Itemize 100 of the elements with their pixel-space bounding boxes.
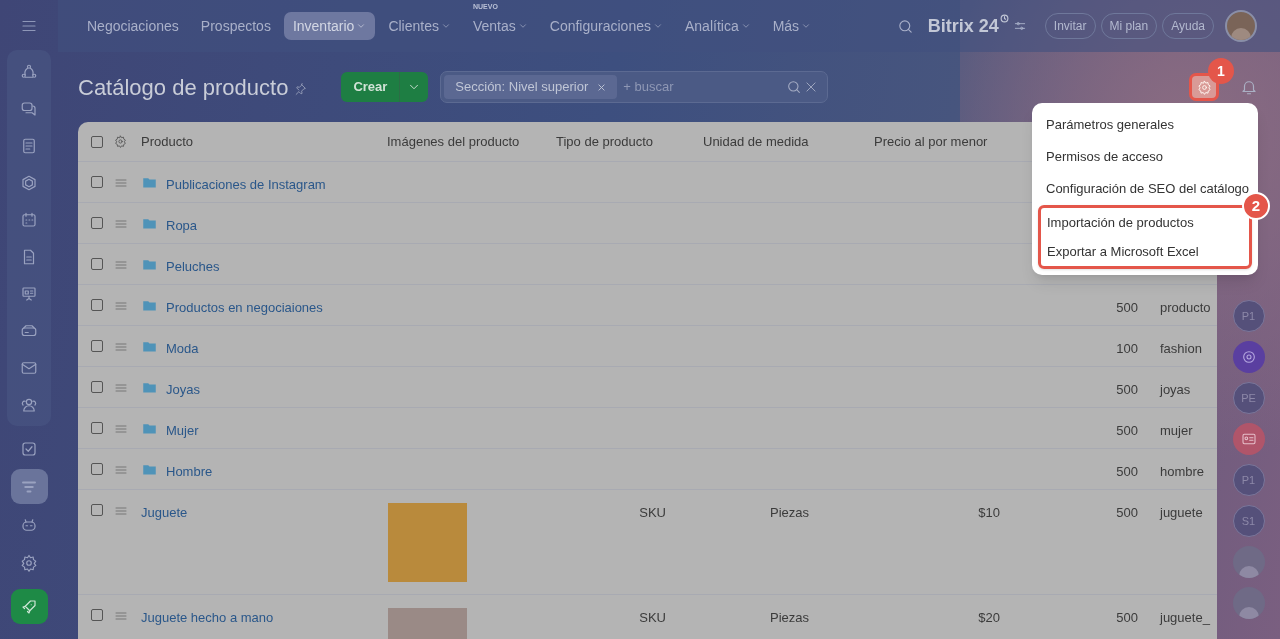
drag-handle-icon[interactable] xyxy=(114,259,128,271)
drag-handle-icon[interactable] xyxy=(114,423,128,435)
table-cell: fashion xyxy=(1160,341,1202,356)
nav-tab[interactable]: Más xyxy=(763,12,821,40)
nav-tab[interactable]: Ventas xyxy=(463,12,537,40)
product-link[interactable]: Juguete xyxy=(141,503,188,523)
row-checkbox[interactable] xyxy=(91,340,103,352)
hexagon-icon xyxy=(20,173,38,192)
spiral-icon xyxy=(1240,349,1257,365)
folder-icon xyxy=(141,421,158,436)
folder-icon xyxy=(141,175,158,190)
product-link[interactable]: Joyas xyxy=(166,380,200,400)
nav-tab[interactable]: Prospectos xyxy=(191,12,280,40)
table-cell-text: $10 xyxy=(978,504,1000,522)
table-cell: Piezas xyxy=(770,505,810,520)
table-cell-text: $20 xyxy=(978,609,1000,627)
settings-icon[interactable] xyxy=(114,135,127,148)
filter-search-field[interactable]: Sección: Nivel superior + buscar xyxy=(440,71,829,103)
create-button[interactable]: Crear xyxy=(341,72,429,102)
table-cell: mujer xyxy=(1160,423,1193,438)
table-cell: joyas xyxy=(1160,382,1191,397)
close-icon[interactable] xyxy=(804,80,819,94)
table-cell-text: SKU xyxy=(639,504,666,522)
row-checkbox[interactable] xyxy=(91,381,103,393)
presentation-icon xyxy=(20,284,38,303)
folder-icon xyxy=(141,462,158,477)
table-cell: juguete xyxy=(1160,505,1203,520)
nav-tab[interactable]: Analítica xyxy=(675,12,760,40)
table-cell-text: 500 xyxy=(1116,609,1138,627)
folder-icon xyxy=(141,339,158,354)
table-cell-text: 100 xyxy=(1116,340,1138,358)
drag-handle-icon[interactable] xyxy=(114,610,128,622)
rocket-icon xyxy=(20,597,38,616)
row-checkbox[interactable] xyxy=(91,504,103,516)
table-cell-text: 500 xyxy=(1116,422,1138,440)
table-cell: juguete_ xyxy=(1160,610,1210,625)
table-cell-text: 500 xyxy=(1116,504,1138,522)
drag-handle-icon[interactable] xyxy=(114,218,128,230)
table-cell-text: 500 xyxy=(1116,381,1138,399)
nav-tab[interactable]: Negociaciones xyxy=(78,12,188,40)
drag-handle-icon[interactable] xyxy=(114,300,128,312)
product-link[interactable]: Peluches xyxy=(166,257,220,277)
row-checkbox[interactable] xyxy=(91,299,103,311)
document-icon xyxy=(20,136,38,155)
sliders-icon[interactable] xyxy=(1012,19,1027,33)
menu-item[interactable]: Parámetros generales xyxy=(1032,109,1258,141)
page-title: Catálogo de producto xyxy=(78,73,289,102)
folder-icon xyxy=(141,216,158,231)
row-checkbox[interactable] xyxy=(91,609,103,621)
product-link[interactable]: Hombre xyxy=(166,462,213,482)
product-link[interactable]: Ropa xyxy=(166,216,198,236)
column-header[interactable]: Precio al por menor xyxy=(874,131,1010,152)
id-card-icon xyxy=(1240,431,1257,447)
product-link[interactable]: Productos en negociaiones xyxy=(166,298,323,318)
product-link[interactable]: Juguete hecho a mano xyxy=(141,608,274,628)
pin-icon[interactable] xyxy=(294,82,308,96)
table-cell-text: SKU xyxy=(639,609,666,627)
checkbox-icon xyxy=(20,439,38,458)
drag-handle-icon[interactable] xyxy=(114,382,128,394)
bell-icon[interactable] xyxy=(1240,78,1258,96)
table-cell-text: 500 xyxy=(1116,463,1138,481)
folder-icon xyxy=(141,380,158,395)
filter-chip[interactable]: Sección: Nivel superior xyxy=(444,75,618,99)
rocket-button[interactable] xyxy=(10,589,48,624)
row-checkbox[interactable] xyxy=(91,463,103,475)
row-checkbox[interactable] xyxy=(91,422,103,434)
column-header[interactable]: Tipo de producto xyxy=(556,131,703,152)
column-header[interactable]: Imágenes del producto xyxy=(387,131,556,152)
nav-tab[interactable]: Clientes xyxy=(379,12,460,40)
table-cell: hombre xyxy=(1160,464,1205,479)
settings-icon xyxy=(1196,79,1212,95)
menu-item[interactable]: Exportar a Microsoft Excel xyxy=(1041,237,1249,266)
product-link[interactable]: Mujer xyxy=(166,421,199,441)
product-link[interactable]: Moda xyxy=(166,339,199,359)
nav-tab[interactable]: Configuraciones xyxy=(540,12,672,40)
table-cell-text: 500 xyxy=(1116,299,1138,317)
product-link[interactable]: Publicaciones de Instagram xyxy=(166,175,326,195)
drag-handle-icon[interactable] xyxy=(114,177,128,189)
close-icon[interactable] xyxy=(597,82,607,92)
calendar-icon xyxy=(20,210,38,229)
row-checkbox[interactable] xyxy=(91,217,103,229)
funnel-button[interactable] xyxy=(10,469,48,504)
menu-item[interactable]: Permisos de acceso xyxy=(1032,141,1258,173)
folder-icon xyxy=(141,257,158,272)
column-header[interactable]: Unidad de medida xyxy=(703,131,874,152)
search-icon[interactable] xyxy=(896,17,914,35)
folder-icon xyxy=(141,298,158,313)
table-cell: Piezas xyxy=(770,610,810,625)
drag-handle-icon[interactable] xyxy=(114,505,128,517)
search-icon[interactable] xyxy=(786,79,803,95)
row-checkbox[interactable] xyxy=(91,258,103,270)
drag-handle-icon[interactable] xyxy=(114,341,128,353)
select-all-checkbox[interactable] xyxy=(91,135,103,148)
nav-tab[interactable]: Inventario xyxy=(283,12,376,40)
drag-handle-icon[interactable] xyxy=(114,464,128,476)
chat-icon xyxy=(20,99,38,118)
row-checkbox[interactable] xyxy=(91,176,103,188)
table-cell: producto xyxy=(1160,300,1211,315)
column-header[interactable]: Producto xyxy=(141,131,387,152)
settings-icon xyxy=(20,553,38,572)
